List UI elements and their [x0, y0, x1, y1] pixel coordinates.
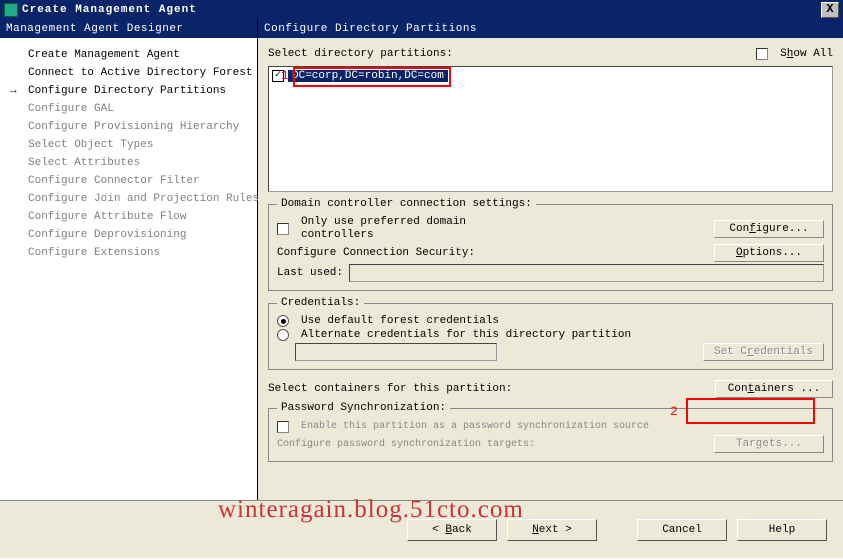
nav-header: Management Agent Designer	[0, 20, 257, 38]
options-button[interactable]: Options...	[714, 244, 824, 262]
nav-step[interactable]: Configure Connector Filter	[0, 172, 257, 190]
nav-step[interactable]: Connect to Active Directory Forest	[0, 64, 257, 82]
titlebar: Create Management Agent X	[0, 0, 843, 20]
wizard-buttons: < Back Next > Cancel Help	[0, 500, 843, 558]
set-credentials-button: Set Credentials	[703, 343, 824, 361]
enable-pw-sync-checkbox[interactable]: Enable this partition as a password sync…	[277, 420, 824, 433]
nav-step[interactable]: Configure Join and Projection Rules	[0, 190, 257, 208]
radio-icon	[277, 329, 289, 341]
nav-step[interactable]: Configure GAL	[0, 100, 257, 118]
nav-step[interactable]: Select Attributes	[0, 154, 257, 172]
select-containers-label: Select containers for this partition:	[268, 383, 512, 395]
password-sync-group: Password Synchronization: Enable this pa…	[268, 402, 833, 462]
annotation-number-2: 2	[670, 404, 678, 419]
select-partitions-label: Select directory partitions:	[268, 48, 453, 60]
wizard-nav: Management Agent Designer Create Managem…	[0, 20, 258, 500]
nav-step[interactable]: Configure Attribute Flow	[0, 208, 257, 226]
credentials-group: Credentials: Use default forest credenti…	[268, 297, 833, 370]
nav-step[interactable]: Create Management Agent	[0, 46, 257, 64]
back-button[interactable]: < Back	[407, 519, 497, 541]
content-header: Configure Directory Partitions	[258, 20, 843, 38]
cred-default-radio[interactable]: Use default forest credentials	[277, 315, 824, 327]
dc-settings-legend: Domain controller connection settings:	[277, 198, 536, 210]
nav-step[interactable]: Select Object Types	[0, 136, 257, 154]
last-used-label: Last used:	[277, 267, 343, 279]
show-all-checkbox[interactable]: Show All	[756, 48, 833, 60]
targets-button: Targets...	[714, 435, 824, 453]
close-button[interactable]: X	[821, 2, 839, 18]
dc-settings-group: Domain controller connection settings: O…	[268, 198, 833, 291]
help-button[interactable]: Help	[737, 519, 827, 541]
only-preferred-label: Only use preferred domaincontrollers	[301, 216, 466, 242]
credentials-legend: Credentials:	[277, 297, 364, 309]
app-icon	[4, 3, 18, 17]
partition-label: DC=corp,DC=robin,DC=com	[288, 70, 448, 82]
alt-cred-field	[295, 343, 497, 361]
last-used-field	[349, 264, 824, 282]
next-button[interactable]: Next >	[507, 519, 597, 541]
nav-step[interactable]: Configure Deprovisioning	[0, 226, 257, 244]
conn-security-label: Configure Connection Security:	[277, 247, 475, 259]
nav-step[interactable]: Configure Directory Partitions	[0, 82, 257, 100]
pw-targets-label: Configure password synchronization targe…	[277, 439, 535, 450]
cancel-button[interactable]: Cancel	[637, 519, 727, 541]
checkbox-icon	[277, 421, 289, 433]
containers-button[interactable]: Containers ...	[715, 380, 833, 398]
password-sync-legend: Password Synchronization:	[277, 402, 450, 414]
wizard-content: Configure Directory Partitions Select di…	[258, 20, 843, 500]
nav-step[interactable]: Configure Extensions	[0, 244, 257, 262]
checkbox-icon[interactable]	[277, 223, 289, 235]
radio-icon	[277, 315, 289, 327]
partitions-listbox[interactable]: ✓ DC=corp,DC=robin,DC=com	[268, 66, 833, 192]
configure-dc-button[interactable]: Configure...	[714, 220, 824, 238]
window-title: Create Management Agent	[22, 4, 197, 16]
partition-item[interactable]: ✓ DC=corp,DC=robin,DC=com	[272, 70, 829, 82]
nav-step[interactable]: Configure Provisioning Hierarchy	[0, 118, 257, 136]
cred-alt-radio[interactable]: Alternate credentials for this directory…	[277, 329, 824, 341]
annotation-number-1: 1	[281, 68, 289, 83]
checkbox-icon	[756, 48, 768, 60]
